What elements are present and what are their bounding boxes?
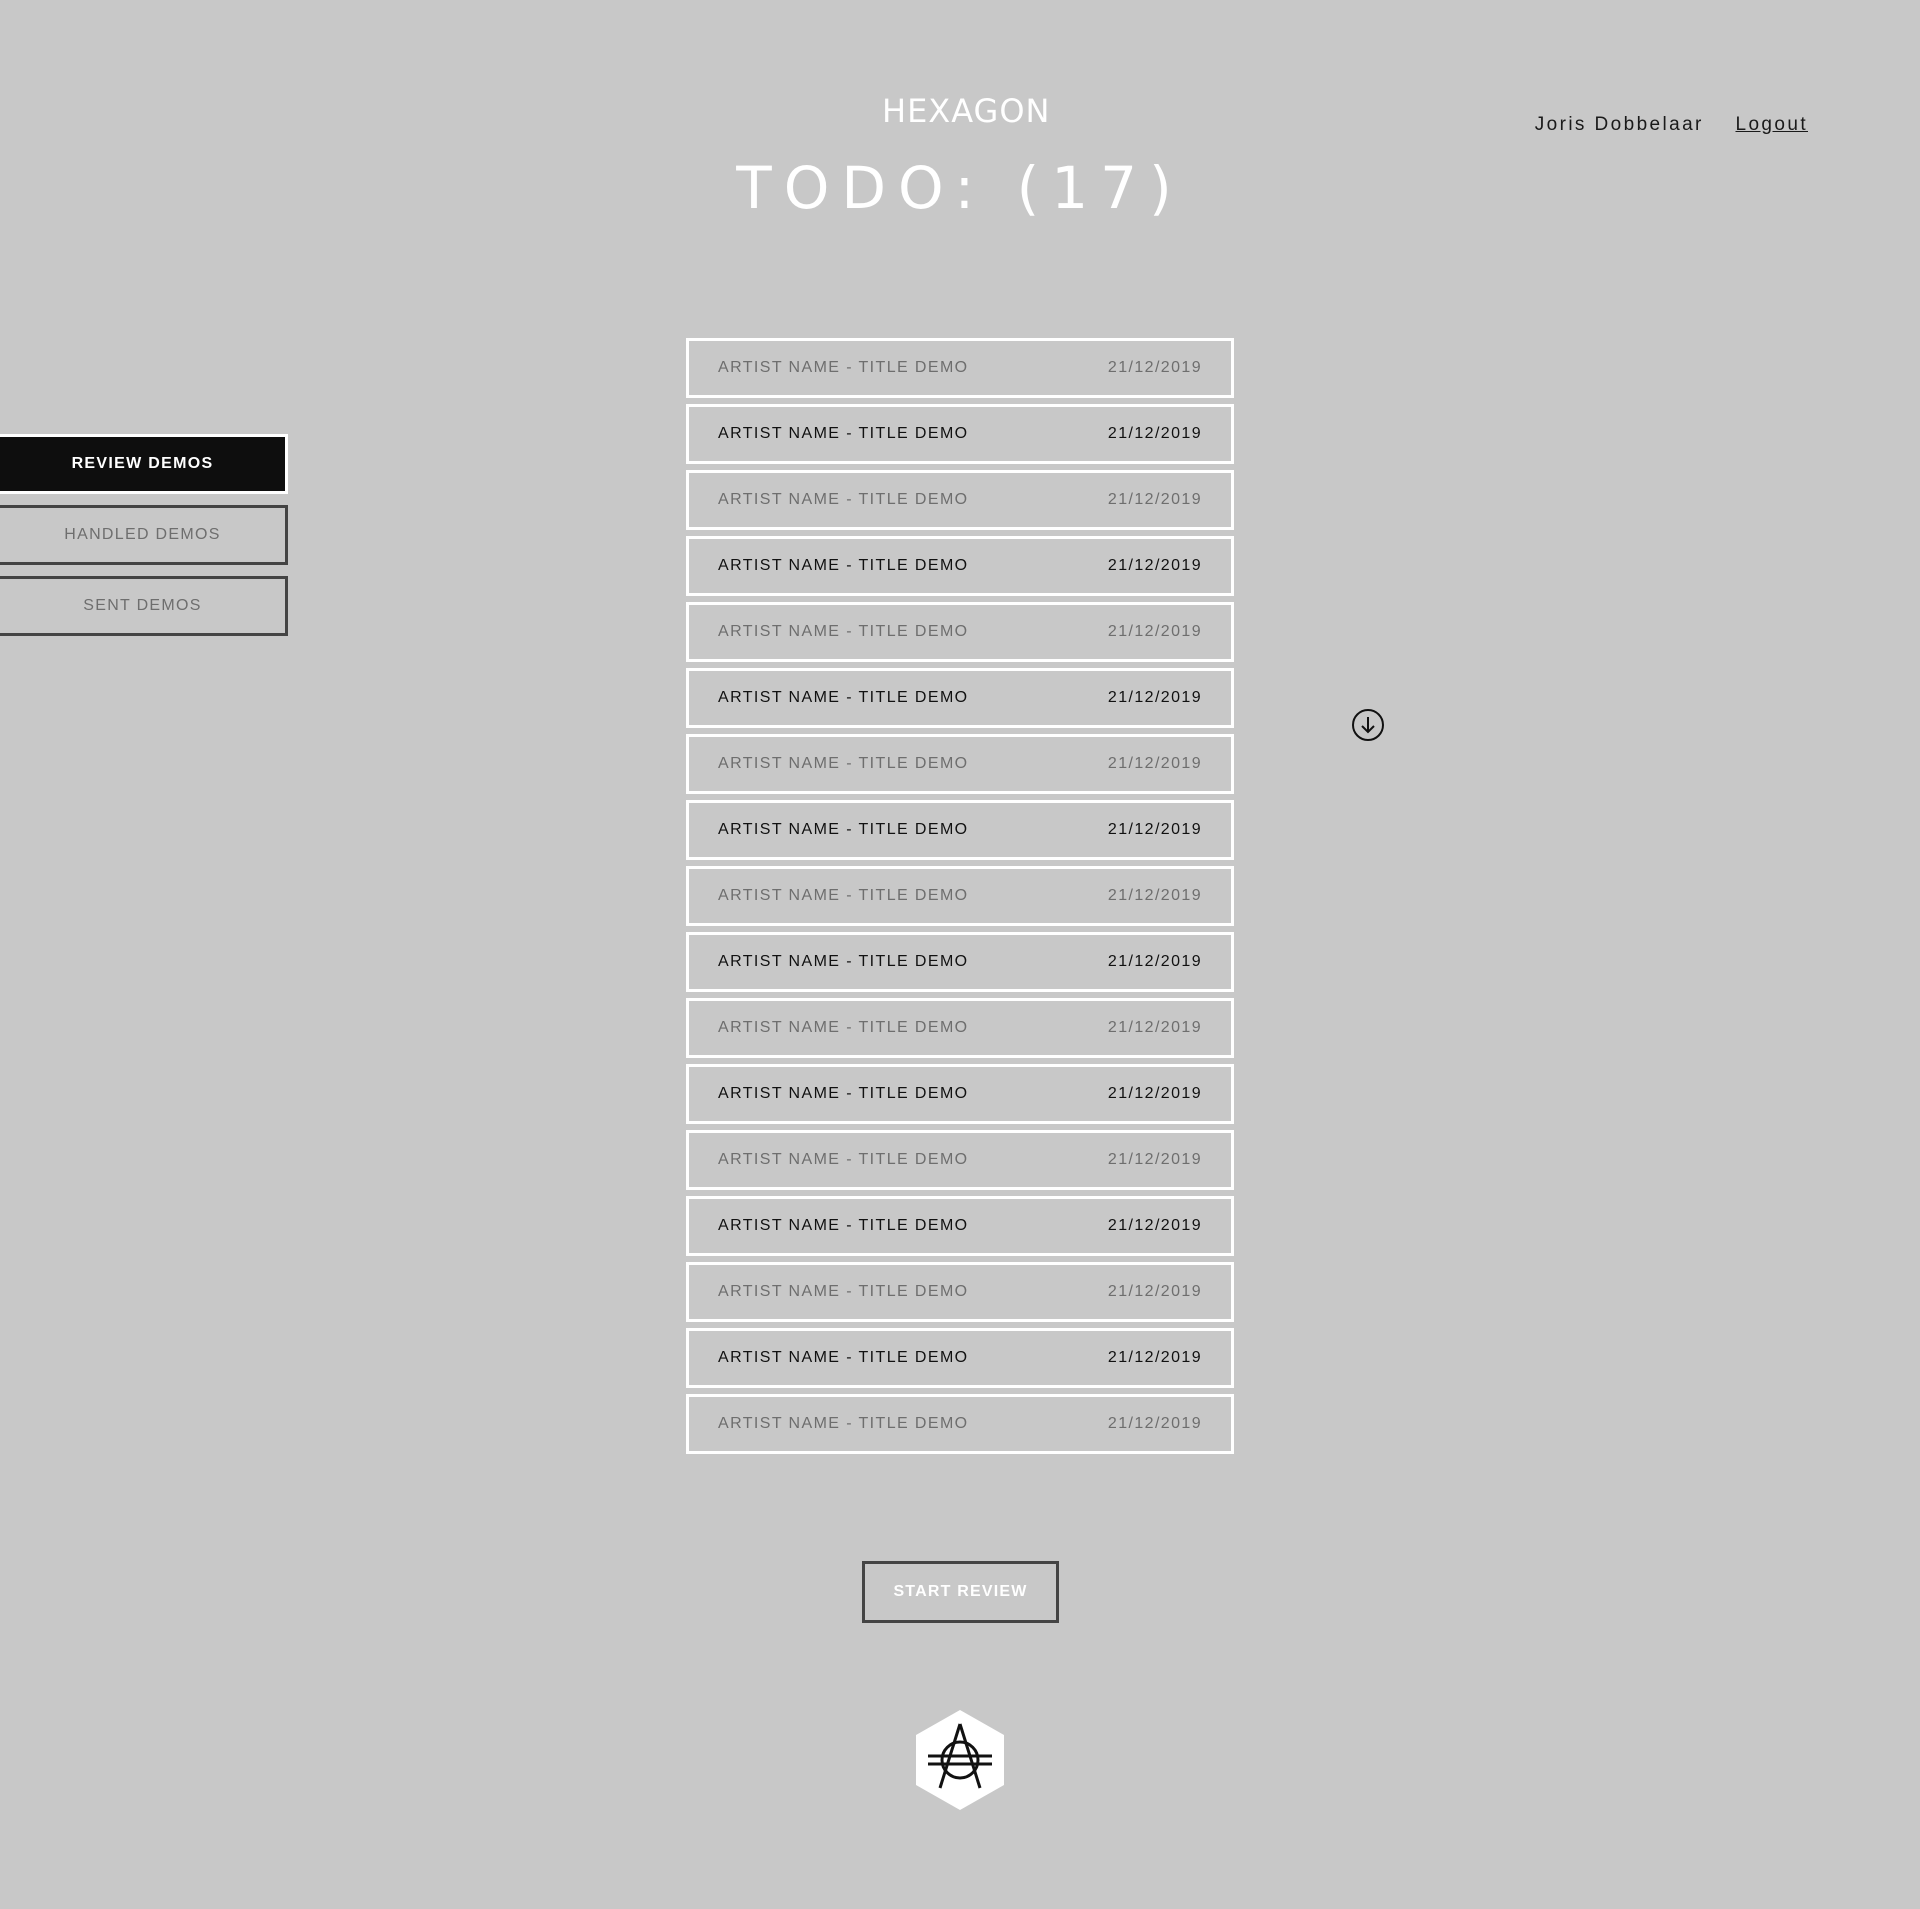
sidebar-item-review-demos[interactable]: REVIEW DEMOS	[0, 434, 288, 494]
demo-row[interactable]: ARTIST NAME - TITLE DEMO 21/12/2019	[686, 800, 1234, 860]
demo-date: 21/12/2019	[1107, 1085, 1202, 1102]
demo-row[interactable]: ARTIST NAME - TITLE DEMO 21/12/2019	[686, 536, 1234, 596]
start-review-button[interactable]: START REVIEW	[862, 1561, 1059, 1623]
demo-title: ARTIST NAME - TITLE DEMO	[718, 1217, 969, 1234]
sidebar-nav: REVIEW DEMOS HANDLED DEMOS SENT DEMOS	[0, 434, 288, 647]
demo-date: 21/12/2019	[1107, 953, 1202, 970]
demo-row[interactable]: ARTIST NAME - TITLE DEMO 21/12/2019	[686, 998, 1234, 1058]
demo-title: ARTIST NAME - TITLE DEMO	[718, 1151, 969, 1168]
demo-title: ARTIST NAME - TITLE DEMO	[718, 1019, 969, 1036]
demo-title: ARTIST NAME - TITLE DEMO	[718, 887, 969, 904]
demo-row[interactable]: ARTIST NAME - TITLE DEMO 21/12/2019	[686, 602, 1234, 662]
demo-row[interactable]: ARTIST NAME - TITLE DEMO 21/12/2019	[686, 668, 1234, 728]
demo-date: 21/12/2019	[1107, 821, 1202, 838]
demo-title: ARTIST NAME - TITLE DEMO	[718, 689, 969, 706]
demo-date: 21/12/2019	[1107, 1019, 1202, 1036]
demo-title: ARTIST NAME - TITLE DEMO	[718, 557, 969, 574]
logo-text: HEXAGON	[882, 92, 1051, 130]
demo-title: ARTIST NAME - TITLE DEMO	[718, 425, 969, 442]
demo-row[interactable]: ARTIST NAME - TITLE DEMO 21/12/2019	[686, 404, 1234, 464]
logout-link[interactable]: Logout	[1735, 114, 1808, 135]
download-circle-icon[interactable]	[1351, 708, 1385, 742]
demo-date: 21/12/2019	[1107, 1217, 1202, 1234]
demo-date: 21/12/2019	[1107, 359, 1202, 376]
demo-title: ARTIST NAME - TITLE DEMO	[718, 755, 969, 772]
hexagon-logo: HEXAGON	[882, 92, 1051, 130]
demo-row[interactable]: ARTIST NAME - TITLE DEMO 21/12/2019	[686, 338, 1234, 398]
demo-row[interactable]: ARTIST NAME - TITLE DEMO 21/12/2019	[686, 470, 1234, 530]
demo-row[interactable]: ARTIST NAME - TITLE DEMO 21/12/2019	[686, 1394, 1234, 1454]
demo-date: 21/12/2019	[1107, 1415, 1202, 1432]
sidebar-item-sent-demos[interactable]: SENT DEMOS	[0, 576, 288, 636]
page-title: TODO: (17)	[736, 154, 1184, 222]
demo-title: ARTIST NAME - TITLE DEMO	[718, 359, 969, 376]
demo-row[interactable]: ARTIST NAME - TITLE DEMO 21/12/2019	[686, 1064, 1234, 1124]
demo-row[interactable]: ARTIST NAME - TITLE DEMO 21/12/2019	[686, 866, 1234, 926]
sidebar-item-handled-demos[interactable]: HANDLED DEMOS	[0, 505, 288, 565]
demo-row[interactable]: ARTIST NAME - TITLE DEMO 21/12/2019	[686, 1196, 1234, 1256]
demo-title: ARTIST NAME - TITLE DEMO	[718, 623, 969, 640]
hexagon-emblem-icon	[914, 1708, 1006, 1812]
demo-date: 21/12/2019	[1107, 425, 1202, 442]
demo-title: ARTIST NAME - TITLE DEMO	[718, 1415, 969, 1432]
demo-date: 21/12/2019	[1107, 1283, 1202, 1300]
demo-date: 21/12/2019	[1107, 887, 1202, 904]
demo-date: 21/12/2019	[1107, 1349, 1202, 1366]
demo-title: ARTIST NAME - TITLE DEMO	[718, 953, 969, 970]
demo-title: ARTIST NAME - TITLE DEMO	[718, 1349, 969, 1366]
demo-title: ARTIST NAME - TITLE DEMO	[718, 821, 969, 838]
demo-date: 21/12/2019	[1107, 689, 1202, 706]
demo-date: 21/12/2019	[1107, 1151, 1202, 1168]
demo-date: 21/12/2019	[1107, 623, 1202, 640]
demo-title: ARTIST NAME - TITLE DEMO	[718, 1283, 969, 1300]
demo-row[interactable]: ARTIST NAME - TITLE DEMO 21/12/2019	[686, 1130, 1234, 1190]
demo-title: ARTIST NAME - TITLE DEMO	[718, 1085, 969, 1102]
demo-row[interactable]: ARTIST NAME - TITLE DEMO 21/12/2019	[686, 1328, 1234, 1388]
demo-date: 21/12/2019	[1107, 557, 1202, 574]
demo-row[interactable]: ARTIST NAME - TITLE DEMO 21/12/2019	[686, 1262, 1234, 1322]
demo-row[interactable]: ARTIST NAME - TITLE DEMO 21/12/2019	[686, 932, 1234, 992]
demo-date: 21/12/2019	[1107, 755, 1202, 772]
demo-date: 21/12/2019	[1107, 491, 1202, 508]
user-name: Joris Dobbelaar	[1534, 114, 1704, 135]
demo-title: ARTIST NAME - TITLE DEMO	[718, 491, 969, 508]
user-area: Joris Dobbelaar Logout	[1535, 114, 1808, 136]
demo-list: ARTIST NAME - TITLE DEMO 21/12/2019 ARTIS…	[686, 338, 1234, 1460]
demo-row[interactable]: ARTIST NAME - TITLE DEMO 21/12/2019	[686, 734, 1234, 794]
